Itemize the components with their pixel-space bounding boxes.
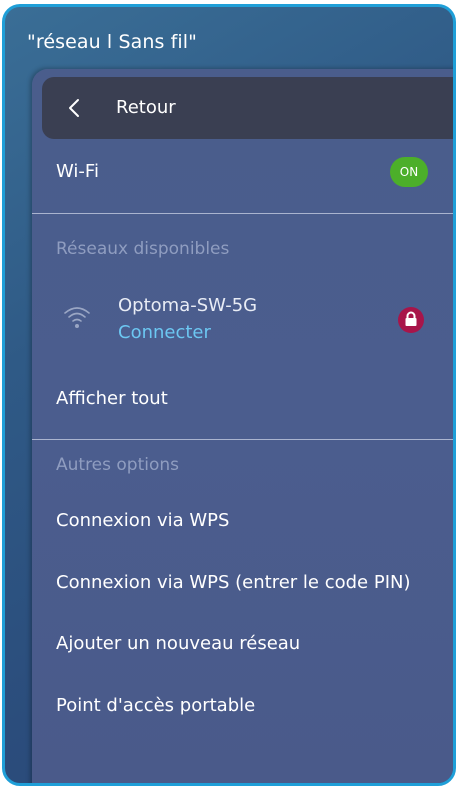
option-wps-pin[interactable]: Connexion via WPS (entrer le code PIN) [56, 572, 411, 593]
section-available-networks: Réseaux disponibles [56, 239, 230, 259]
section-other-options: Autres options [56, 455, 180, 475]
option-portable-hotspot[interactable]: Point d'accès portable [56, 695, 255, 716]
device-frame: "réseau l Sans fil" Retour Wi-Fi ON Rése… [2, 4, 456, 786]
back-label: Retour [116, 97, 176, 118]
option-wps[interactable]: Connexion via WPS [56, 510, 229, 531]
divider [32, 213, 453, 214]
divider [32, 439, 453, 440]
network-connect-status: Connecter [118, 322, 211, 343]
show-all-link[interactable]: Afficher tout [56, 388, 168, 409]
network-name: Optoma-SW-5G [118, 295, 258, 316]
page-title: "réseau l Sans fil" [27, 31, 198, 53]
lock-icon [398, 307, 424, 333]
option-add-network[interactable]: Ajouter un nouveau réseau [56, 633, 300, 654]
wifi-label: Wi-Fi [56, 161, 99, 182]
chevron-left-icon [69, 99, 79, 117]
back-button[interactable]: Retour [42, 77, 453, 139]
wifi-toggle[interactable]: ON [390, 157, 428, 187]
wifi-icon [64, 307, 90, 328]
settings-panel: Retour Wi-Fi ON Réseaux disponibles Opto… [32, 69, 453, 783]
